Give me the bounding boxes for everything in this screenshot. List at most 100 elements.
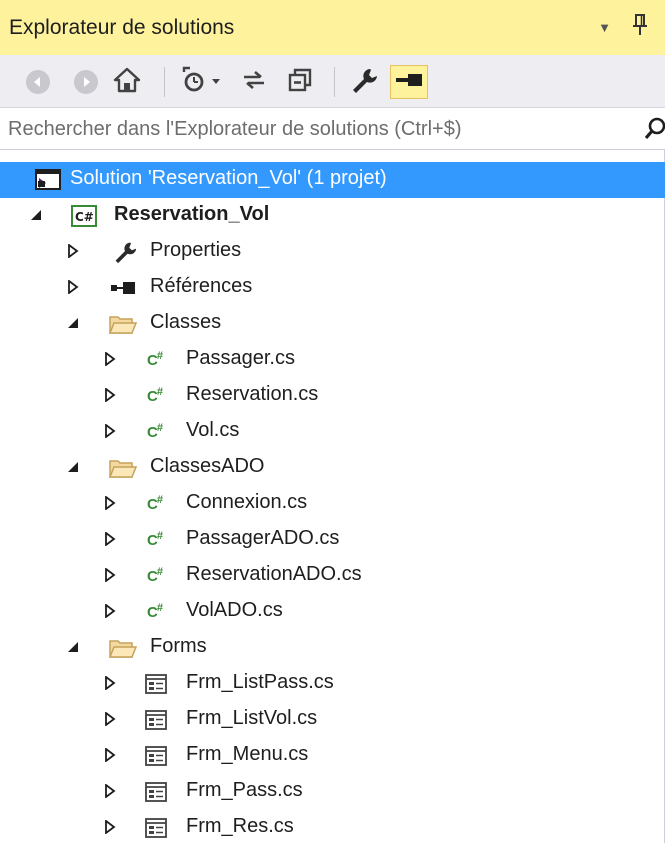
form-file-icon: [145, 674, 167, 699]
tree-item-file[interactable]: Frm_Pass.cs: [0, 774, 665, 810]
collapse-all-button[interactable]: [286, 67, 314, 97]
tree-item-label: Reservation_Vol: [114, 203, 270, 225]
tree-item-properties[interactable]: Properties: [0, 234, 665, 270]
solution-explorer-panel: Explorateur de solutions ▼ Rechercher da…: [0, 0, 665, 843]
preview-selected-icon: [395, 70, 423, 95]
tree-item-file[interactable]: Frm_Menu.cs: [0, 738, 665, 774]
collapsed-arrow-icon[interactable]: [104, 675, 118, 692]
home-icon: [113, 66, 141, 99]
expanded-arrow-icon[interactable]: [30, 208, 44, 224]
collapsed-arrow-icon[interactable]: [67, 279, 81, 296]
tree-item-file[interactable]: C# Connexion.cs: [0, 486, 665, 522]
arrow-left-circle-icon: [26, 70, 50, 94]
form-file-icon: [145, 818, 167, 843]
properties-button[interactable]: [350, 67, 378, 97]
tree-item-solution[interactable]: Solution 'Reservation_Vol' (1 projet): [0, 162, 665, 198]
arrow-right-circle-icon: [74, 70, 98, 94]
tree-item-file[interactable]: C# Reservation.cs: [0, 378, 665, 414]
forward-button[interactable]: [74, 67, 98, 97]
tree-item-folder-classes[interactable]: Classes: [0, 306, 665, 342]
pin-icon[interactable]: [633, 14, 647, 40]
collapse-all-icon: [286, 66, 314, 99]
tree-item-label: Passager.cs: [186, 347, 295, 369]
tree-item-project[interactable]: C# Reservation_Vol: [0, 198, 665, 234]
toolbar-separator: [334, 67, 335, 97]
csharp-file-icon: C#: [147, 422, 163, 441]
tree-item-file[interactable]: C# VolADO.cs: [0, 594, 665, 630]
tree-item-label: Références: [150, 275, 253, 297]
folder-open-icon: [108, 457, 138, 484]
collapsed-arrow-icon[interactable]: [104, 351, 118, 368]
wrench-icon: [113, 240, 137, 269]
tree-item-label: Properties: [150, 239, 242, 261]
clock-filter-icon: [180, 66, 224, 99]
expanded-arrow-icon[interactable]: [67, 640, 81, 656]
wrench-icon: [350, 66, 378, 99]
expanded-arrow-icon[interactable]: [67, 316, 81, 332]
collapsed-arrow-icon[interactable]: [104, 747, 118, 764]
collapsed-arrow-icon[interactable]: [104, 495, 118, 512]
tree-item-file[interactable]: C# Passager.cs: [0, 342, 665, 378]
sync-arrows-icon: [240, 66, 268, 99]
csharp-file-icon: C#: [147, 494, 163, 513]
folder-open-icon: [108, 637, 138, 664]
search-input[interactable]: [6, 112, 626, 146]
tree-item-file[interactable]: Frm_Res.cs: [0, 810, 665, 846]
tree-item-label: Frm_ListPass.cs: [186, 671, 334, 693]
tree-item-label: Vol.cs: [186, 419, 240, 441]
form-file-icon: [145, 710, 167, 735]
collapsed-arrow-icon[interactable]: [104, 603, 118, 620]
back-button[interactable]: [26, 67, 50, 97]
tree-item-file[interactable]: C# Vol.cs: [0, 414, 665, 450]
tree-item-label: Frm_Menu.cs: [186, 743, 309, 765]
tree-item-label: ReservationADO.cs: [186, 563, 362, 585]
collapsed-arrow-icon[interactable]: [104, 783, 118, 800]
tree-item-folder-classesado[interactable]: ClassesADO: [0, 450, 665, 486]
pending-changes-filter-button[interactable]: [180, 66, 224, 99]
tree-item-label: Frm_Res.cs: [186, 815, 294, 837]
collapsed-arrow-icon[interactable]: [104, 423, 118, 440]
collapsed-arrow-icon[interactable]: [104, 531, 118, 548]
tree-item-label: PassagerADO.cs: [186, 527, 340, 549]
csharp-file-icon: C#: [147, 530, 163, 549]
toolbar-separator: [164, 67, 165, 97]
tree-item-file[interactable]: C# ReservationADO.cs: [0, 558, 665, 594]
search-bar: [0, 108, 665, 150]
tree-item-label: VolADO.cs: [186, 599, 283, 621]
solution-icon: [35, 169, 61, 196]
tree-item-folder-forms[interactable]: Forms: [0, 630, 665, 666]
tree-item-label: Frm_Pass.cs: [186, 779, 303, 801]
sync-button[interactable]: [240, 67, 268, 97]
tree-item-file[interactable]: Frm_ListVol.cs: [0, 702, 665, 738]
tree-item-label: Forms: [150, 635, 207, 657]
tree-item-label: Connexion.cs: [186, 491, 308, 513]
chevron-down-icon[interactable]: ▼: [598, 20, 611, 35]
tree-item-label: Solution 'Reservation_Vol' (1 projet): [70, 167, 387, 189]
collapsed-arrow-icon[interactable]: [67, 243, 81, 260]
svg-text:C#: C#: [75, 210, 94, 224]
tree-item-label: Reservation.cs: [186, 383, 319, 405]
tree-item-label: Frm_ListVol.cs: [186, 707, 318, 729]
form-file-icon: [145, 782, 167, 807]
panel-title: Explorateur de solutions: [9, 15, 235, 39]
csharp-file-icon: C#: [147, 386, 163, 405]
expanded-arrow-icon[interactable]: [67, 460, 81, 476]
references-icon: [110, 281, 140, 300]
tree-item-label: ClassesADO: [150, 455, 265, 477]
tree-item-file[interactable]: Frm_ListPass.cs: [0, 666, 665, 702]
collapsed-arrow-icon[interactable]: [104, 567, 118, 584]
search-icon[interactable]: [644, 117, 665, 146]
solution-explorer-toolbar: [0, 55, 665, 108]
folder-open-icon: [108, 313, 138, 340]
tree-item-references[interactable]: Références: [0, 270, 665, 306]
collapsed-arrow-icon[interactable]: [104, 387, 118, 404]
collapsed-arrow-icon[interactable]: [104, 819, 118, 836]
csharp-file-icon: C#: [147, 566, 163, 585]
collapsed-arrow-icon[interactable]: [104, 711, 118, 728]
tree-item-file[interactable]: C# PassagerADO.cs: [0, 522, 665, 558]
home-button[interactable]: [113, 67, 141, 97]
form-file-icon: [145, 746, 167, 771]
csharp-project-icon: C#: [71, 205, 97, 232]
preview-button[interactable]: [390, 65, 428, 99]
tree-item-label: Classes: [150, 311, 222, 333]
